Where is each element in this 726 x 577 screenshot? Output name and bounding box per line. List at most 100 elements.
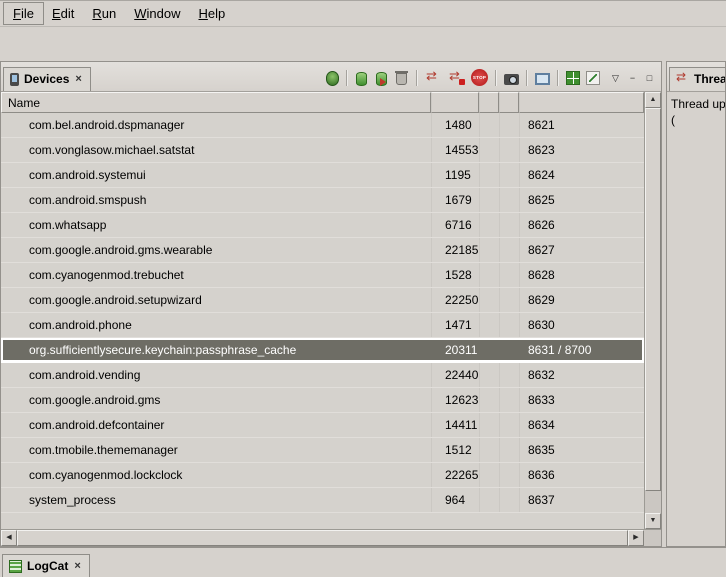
scroll-up-icon[interactable]: ▲ xyxy=(645,92,661,108)
process-port: 8632 xyxy=(519,363,644,387)
process-cell-empty xyxy=(479,113,499,137)
process-row[interactable]: system_process9648637 xyxy=(1,488,644,513)
column-header-name[interactable]: Name xyxy=(1,92,431,113)
process-port: 8635 xyxy=(519,438,644,462)
process-pid: 22265 xyxy=(431,463,479,487)
process-pid: 6716 xyxy=(431,213,479,237)
process-cell-empty xyxy=(479,363,499,387)
minimize-icon[interactable]: − xyxy=(624,70,641,86)
column-header-port[interactable] xyxy=(519,92,644,113)
column-header-pid[interactable] xyxy=(431,92,479,113)
column-header-empty[interactable] xyxy=(479,92,499,113)
process-port: 8629 xyxy=(519,288,644,312)
process-row[interactable]: com.google.android.gms.wearable221858627 xyxy=(1,238,644,263)
process-row[interactable]: com.android.systemui11958624 xyxy=(1,163,644,188)
process-row[interactable]: com.bel.android.dspmanager14808621 xyxy=(1,113,644,138)
process-name: com.android.vending xyxy=(1,363,431,387)
screen-capture-icon[interactable] xyxy=(504,74,519,85)
vertical-scrollbar-thumb[interactable] xyxy=(645,108,661,491)
process-row[interactable]: com.android.phone14718630 xyxy=(1,313,644,338)
process-row[interactable]: com.cyanogenmod.lockclock222658636 xyxy=(1,463,644,488)
process-cell-empty xyxy=(479,313,499,337)
devices-panel-header: Devices × STOP ▽ − □ xyxy=(1,62,661,92)
menu-edit[interactable]: Edit xyxy=(43,3,83,24)
threads-panel-content: Thread up ( xyxy=(667,92,725,128)
pixel-perfect-icon[interactable] xyxy=(586,71,600,85)
process-name: system_process xyxy=(1,488,431,512)
close-icon[interactable]: × xyxy=(74,74,82,84)
stop-process-icon[interactable]: STOP xyxy=(471,69,488,86)
process-row[interactable]: com.google.android.setupwizard222508629 xyxy=(1,288,644,313)
menu-run[interactable]: Run xyxy=(83,3,125,24)
main-area: Devices × STOP ▽ − □ Name com.bel.androi xyxy=(0,61,726,547)
process-cell-empty xyxy=(479,138,499,162)
process-port: 8630 xyxy=(519,313,644,337)
process-row[interactable]: com.android.vending224408632 xyxy=(1,363,644,388)
process-row[interactable]: com.whatsapp67168626 xyxy=(1,213,644,238)
process-name: com.android.defcontainer xyxy=(1,413,431,437)
debug-process-icon[interactable] xyxy=(326,71,339,86)
process-row[interactable]: com.vonglasow.michael.satstat145538623 xyxy=(1,138,644,163)
process-cell-empty xyxy=(499,238,519,262)
cause-gc-icon[interactable] xyxy=(396,73,407,85)
threads-panel-header: Threads × xyxy=(667,62,725,92)
process-cell-empty xyxy=(499,163,519,187)
logcat-tab-label: LogCat xyxy=(27,559,68,573)
dump-hprof-icon[interactable] xyxy=(376,72,387,86)
process-cell-empty xyxy=(499,138,519,162)
process-port: 8625 xyxy=(519,188,644,212)
horizontal-scrollbar[interactable]: ◀ ▶ xyxy=(1,529,661,546)
process-cell-empty xyxy=(499,438,519,462)
process-pid: 12623 xyxy=(431,388,479,412)
process-cell-empty xyxy=(499,213,519,237)
process-row[interactable]: com.android.smspush16798625 xyxy=(1,188,644,213)
horizontal-scrollbar-thumb[interactable] xyxy=(17,530,628,546)
process-pid: 14553 xyxy=(431,138,479,162)
tab-threads[interactable]: Threads × xyxy=(669,67,725,91)
update-threads-icon[interactable] xyxy=(425,69,442,86)
process-cell-empty xyxy=(479,438,499,462)
process-cell-empty xyxy=(479,263,499,287)
process-cell-empty xyxy=(499,288,519,312)
scrollbar-corner xyxy=(644,530,661,546)
toolbar-empty-area xyxy=(0,27,726,60)
start-method-profiling-icon[interactable] xyxy=(448,69,465,86)
column-header-empty[interactable] xyxy=(499,92,519,113)
toolbar-separator xyxy=(526,70,527,86)
process-row[interactable]: com.android.defcontainer14411 8634 xyxy=(1,413,644,438)
scroll-left-icon[interactable]: ◀ xyxy=(1,530,17,546)
process-port: 8626 xyxy=(519,213,644,237)
scroll-down-icon[interactable]: ▼ xyxy=(645,513,661,529)
process-pid: 964 xyxy=(431,488,479,512)
process-row[interactable]: com.tmobile.thememanager15128635 xyxy=(1,438,644,463)
menu-help[interactable]: Help xyxy=(189,3,234,24)
process-port: 8628 xyxy=(519,263,644,287)
menu-window[interactable]: Window xyxy=(125,3,189,24)
devices-tab-label: Devices xyxy=(24,72,69,86)
screen-record-icon[interactable] xyxy=(535,73,550,85)
process-name: com.google.android.gms.wearable xyxy=(1,238,431,262)
hierarchy-view-icon[interactable] xyxy=(566,71,580,85)
process-cell-empty xyxy=(499,338,519,362)
process-row[interactable]: org.sufficientlysecure.keychain:passphra… xyxy=(1,338,644,363)
scroll-right-icon[interactable]: ▶ xyxy=(628,530,644,546)
menu-file[interactable]: File xyxy=(4,3,43,24)
process-cell-empty xyxy=(479,338,499,362)
process-table-header: Name xyxy=(1,92,644,113)
process-pid: 1679 xyxy=(431,188,479,212)
vertical-scrollbar[interactable]: ▲ ▼ xyxy=(644,92,661,529)
process-row[interactable]: com.google.android.gms126238633 xyxy=(1,388,644,413)
process-cell-empty xyxy=(499,463,519,487)
process-port: 8621 xyxy=(519,113,644,137)
tab-logcat[interactable]: LogCat × xyxy=(2,554,90,577)
process-port: 8634 xyxy=(519,413,644,437)
update-heap-icon[interactable] xyxy=(356,72,367,86)
process-name: com.cyanogenmod.lockclock xyxy=(1,463,431,487)
tab-devices[interactable]: Devices × xyxy=(3,67,91,91)
process-pid: 14411 xyxy=(431,413,479,437)
process-row[interactable]: com.cyanogenmod.trebuchet15288628 xyxy=(1,263,644,288)
process-name: com.tmobile.thememanager xyxy=(1,438,431,462)
maximize-icon[interactable]: □ xyxy=(641,70,658,86)
view-menu-icon[interactable]: ▽ xyxy=(607,70,624,86)
close-icon[interactable]: × xyxy=(73,561,81,571)
